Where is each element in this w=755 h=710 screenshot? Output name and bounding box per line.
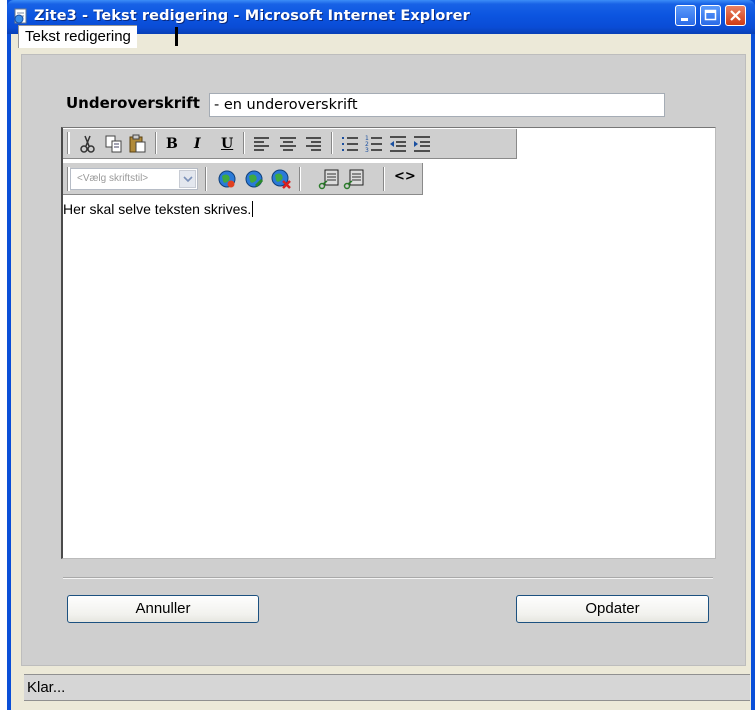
divider <box>63 577 713 579</box>
align-right-button[interactable] <box>303 133 325 155</box>
insert-image-button[interactable] <box>318 168 340 190</box>
bold-button[interactable]: B <box>166 136 178 152</box>
insert-link-icon <box>218 170 236 188</box>
maximize-button[interactable] <box>700 5 721 26</box>
paste-button[interactable] <box>127 133 149 155</box>
edit-link-icon <box>245 170 264 188</box>
italic-button[interactable]: I <box>194 136 201 152</box>
toolbar-separator <box>299 167 301 191</box>
align-left-button[interactable] <box>251 133 273 155</box>
status-text: Klar... <box>27 679 66 696</box>
paste-icon <box>129 134 146 153</box>
window-title: Zite3 - Tekst redigering - Microsoft Int… <box>34 8 470 24</box>
font-style-select-value: <Vælg skriftstil> <box>77 173 149 184</box>
indent-icon <box>414 136 430 152</box>
chevron-down-icon[interactable] <box>179 170 196 188</box>
align-center-icon <box>280 137 296 151</box>
minimize-icon <box>681 18 688 21</box>
remove-link-button[interactable] <box>270 168 292 190</box>
close-button[interactable] <box>725 5 746 26</box>
align-left-icon <box>254 137 269 151</box>
toolbar-separator <box>331 132 333 154</box>
svg-text:3: 3 <box>365 147 369 154</box>
toolbar-separator <box>243 132 245 154</box>
underline-button[interactable]: U <box>221 136 233 152</box>
remove-link-icon <box>271 169 291 189</box>
insert-link-button[interactable] <box>216 168 238 190</box>
outdent-button[interactable] <box>387 133 409 155</box>
insert-image-icon <box>318 169 339 190</box>
close-icon <box>730 10 741 21</box>
copy-button[interactable] <box>103 133 125 155</box>
cut-button[interactable] <box>77 133 99 155</box>
tab-tekst-redigering[interactable]: Tekst redigering <box>18 25 137 48</box>
source-code-button[interactable]: <> <box>394 169 416 184</box>
tab-edge <box>175 27 178 46</box>
editor-text: Her skal selve teksten skrives. <box>63 201 252 217</box>
underoverskrift-input[interactable] <box>209 93 665 117</box>
ordered-list-button[interactable]: 123 <box>363 133 385 155</box>
toolbar-separator <box>205 167 207 191</box>
minimize-button[interactable] <box>675 5 696 26</box>
toolbar-separator <box>383 167 385 191</box>
align-right-icon <box>306 137 321 151</box>
update-button[interactable]: Opdater <box>516 595 709 623</box>
editor-text-line: Her skal selve teksten skrives. <box>63 201 254 217</box>
ie-document-icon <box>13 8 30 25</box>
indent-button[interactable] <box>411 133 433 155</box>
ordered-list-icon: 123 <box>365 135 382 154</box>
align-center-button[interactable] <box>277 133 299 155</box>
outdent-icon <box>390 136 406 152</box>
cancel-button[interactable]: Annuller <box>67 595 259 623</box>
editor-toolbar-row-1: B I U 123 <box>63 129 517 159</box>
unordered-list-button[interactable] <box>339 133 361 155</box>
underoverskrift-label: Underoverskrift <box>66 94 200 112</box>
unordered-list-icon <box>342 137 358 151</box>
maximize-icon <box>704 9 717 21</box>
cut-icon <box>80 135 95 153</box>
edit-link-button[interactable] <box>243 168 265 190</box>
edit-image-icon <box>343 169 364 190</box>
status-bar: Klar... <box>24 674 750 701</box>
toolbar-separator <box>155 132 157 154</box>
font-style-select[interactable]: <Vælg skriftstil> <box>70 168 198 190</box>
edit-image-button[interactable] <box>343 168 365 190</box>
text-caret <box>252 201 254 217</box>
copy-icon <box>105 135 122 153</box>
toolbar-grip <box>67 132 70 154</box>
